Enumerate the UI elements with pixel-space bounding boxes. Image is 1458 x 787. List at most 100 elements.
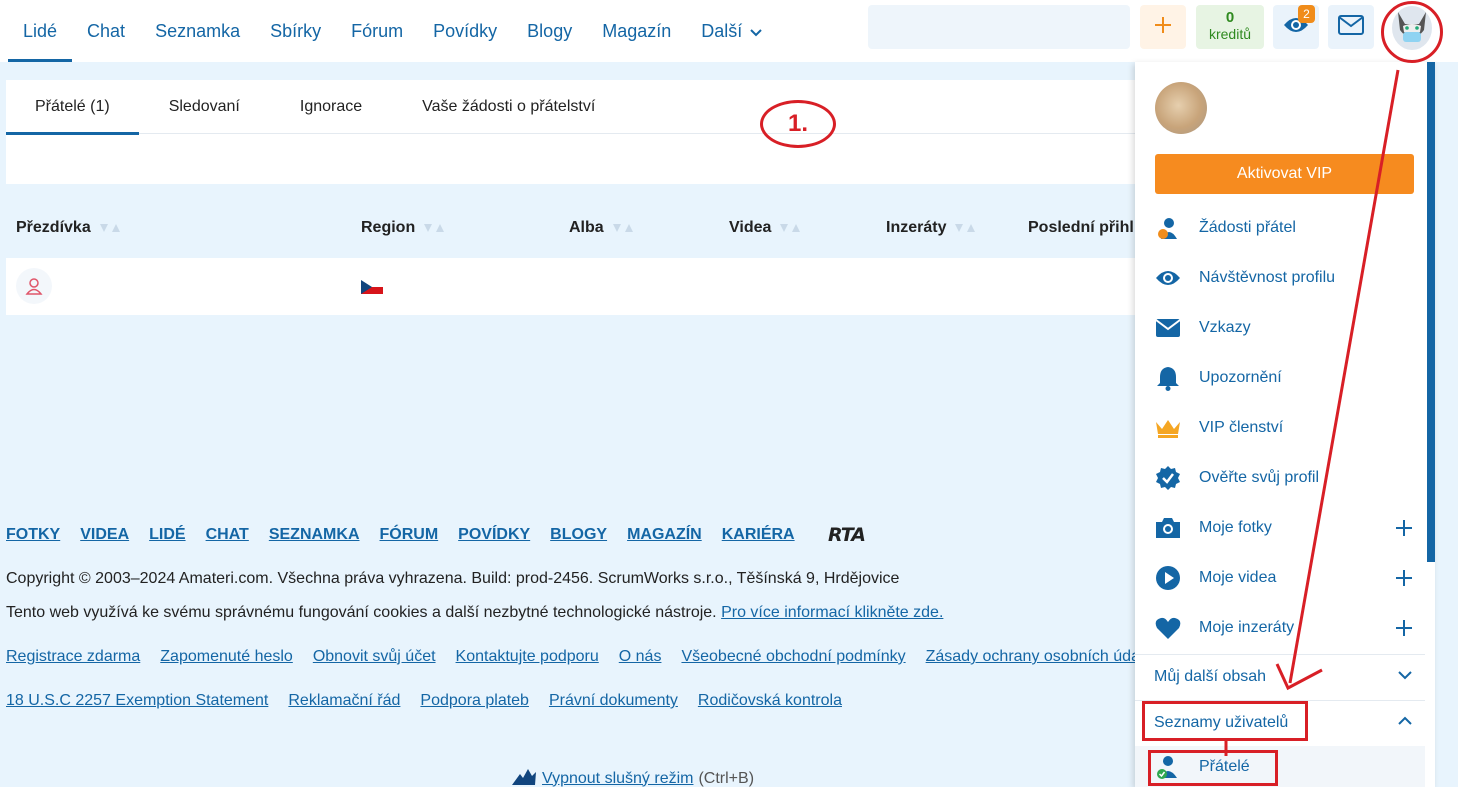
footer-link-forgot-password[interactable]: Zapomenuté heslo <box>160 648 293 666</box>
sort-icon[interactable] <box>612 222 634 234</box>
footer-link-legal-docs[interactable]: Právní dokumenty <box>549 692 678 710</box>
menu-item-vip-membership[interactable]: VIP členství <box>1155 408 1415 448</box>
footer-link-dating[interactable]: SEZNAMKA <box>269 526 360 544</box>
footer-link-videos[interactable]: VIDEA <box>80 526 129 544</box>
main-nav: Lidé Chat Seznamka Sbírky Fórum Povídky … <box>8 0 777 62</box>
credits-button[interactable]: 0 kreditů <box>1196 5 1264 49</box>
crown-icon <box>1155 415 1181 441</box>
footer-link-career[interactable]: KARIÉRA <box>722 526 795 544</box>
plus-icon <box>1153 15 1173 40</box>
footer-link-magazine[interactable]: MAGAZÍN <box>627 526 702 544</box>
user-placeholder-icon[interactable] <box>16 268 52 304</box>
sort-icon[interactable] <box>99 222 121 234</box>
verified-badge-icon <box>1155 465 1181 491</box>
menu-item-messages[interactable]: Vzkazy <box>1155 308 1415 348</box>
safe-mode-icon <box>510 766 538 787</box>
heart-icon <box>1155 615 1181 641</box>
footer-links-row2: 18 U.S.C 2257 Exemption Statement Reklam… <box>6 692 862 710</box>
eye-icon <box>1155 265 1181 291</box>
footer-links-row1: Registrace zdarma Zapomenuté heslo Obnov… <box>6 648 1135 666</box>
czech-flag-icon <box>361 280 383 294</box>
nav-item-chat[interactable]: Chat <box>72 0 140 62</box>
dropdown-scrollbar[interactable] <box>1427 62 1435 562</box>
add-photo-button[interactable] <box>1396 517 1412 541</box>
add-ad-button[interactable] <box>1396 617 1412 641</box>
nav-item-forum[interactable]: Fórum <box>336 0 418 62</box>
tab-ignored[interactable]: Ignorace <box>270 80 392 134</box>
safe-mode-link[interactable]: Vypnout slušný režim <box>542 770 693 787</box>
menu-item-my-videos[interactable]: Moje videa <box>1155 558 1415 598</box>
messages-button[interactable] <box>1328 5 1374 49</box>
column-header-albums[interactable]: Alba <box>569 219 634 237</box>
annotation-step-label: 1. <box>760 100 836 148</box>
plus-icon <box>1396 620 1412 636</box>
column-header-ads[interactable]: Inzeráty <box>886 219 976 237</box>
bell-icon <box>1155 365 1181 391</box>
footer-link-people[interactable]: LIDÉ <box>149 526 185 544</box>
footer-link-privacy[interactable]: Zásady ochrany osobních úda <box>926 648 1135 666</box>
menu-item-my-photos[interactable]: Moje fotky <box>1155 508 1415 548</box>
footer-link-photos[interactable]: FOTKY <box>6 526 60 544</box>
friends-tabs: Přátelé (1) Sledovaní Ignorace Vaše žádo… <box>6 80 1136 135</box>
profile-avatar[interactable] <box>1155 82 1207 134</box>
envelope-icon <box>1155 315 1181 341</box>
search-input[interactable] <box>868 5 1130 49</box>
rta-logo: RTA <box>828 524 866 546</box>
credits-value: 0 <box>1225 9 1235 26</box>
add-content-button[interactable] <box>1140 5 1186 49</box>
column-header-region[interactable]: Region <box>361 219 445 237</box>
tab-following[interactable]: Sledovaní <box>139 80 270 134</box>
footer-link-2257[interactable]: 18 U.S.C 2257 Exemption Statement <box>6 692 268 710</box>
annotation-avatar-circle <box>1381 1 1443 63</box>
chevron-down-icon <box>1397 667 1413 688</box>
menu-item-friend-requests[interactable]: Žádosti přátel <box>1155 208 1415 248</box>
annotation-friends-box <box>1148 750 1278 786</box>
nav-item-seznamka[interactable]: Seznamka <box>140 0 255 62</box>
cookies-info-link[interactable]: Pro více informací klikněte zde. <box>721 604 943 621</box>
cookies-notice: Tento web využívá ke svému správnému fun… <box>6 604 943 622</box>
column-header-last-login[interactable]: Poslední přihl <box>1028 219 1135 237</box>
annotation-user-lists-box <box>1142 701 1308 741</box>
nav-item-povidky[interactable]: Povídky <box>418 0 512 62</box>
footer-link-restore-account[interactable]: Obnovit svůj účet <box>313 648 436 666</box>
column-header-nickname[interactable]: Přezdívka <box>16 219 121 237</box>
activate-vip-button[interactable]: Aktivovat VIP <box>1155 154 1414 194</box>
nav-item-blogy[interactable]: Blogy <box>512 0 587 62</box>
plus-icon <box>1396 520 1412 536</box>
tab-friend-requests[interactable]: Vaše žádosti o přátelství <box>392 80 625 134</box>
menu-item-verify-profile[interactable]: Ověřte svůj profil <box>1155 458 1415 498</box>
table-row[interactable] <box>6 258 1136 315</box>
cookies-text: Tento web využívá ke svému správnému fun… <box>6 604 717 621</box>
sort-icon[interactable] <box>779 222 801 234</box>
column-header-videos[interactable]: Videa <box>729 219 801 237</box>
footer-link-chat[interactable]: CHAT <box>206 526 249 544</box>
menu-item-profile-visits[interactable]: Návštěvnost profilu <box>1155 258 1415 298</box>
footer-link-contact-support[interactable]: Kontaktujte podporu <box>456 648 599 666</box>
footer-link-terms[interactable]: Všeobecné obchodní podmínky <box>681 648 905 666</box>
nav-item-magazin[interactable]: Magazín <box>587 0 686 62</box>
camera-icon <box>1155 515 1181 541</box>
safe-mode-shortcut: (Ctrl+B) <box>698 769 755 787</box>
footer-link-register[interactable]: Registrace zdarma <box>6 648 140 666</box>
visits-count-badge: 2 <box>1298 5 1315 23</box>
sort-icon[interactable] <box>423 222 445 234</box>
footer-link-forum[interactable]: FÓRUM <box>380 526 439 544</box>
sort-icon[interactable] <box>954 222 976 234</box>
footer-link-payment-support[interactable]: Podpora plateb <box>420 692 529 710</box>
footer-link-stories[interactable]: POVÍDKY <box>458 526 530 544</box>
nav-item-sbirky[interactable]: Sbírky <box>255 0 336 62</box>
menu-item-notifications[interactable]: Upozornění <box>1155 358 1415 398</box>
footer-link-blogs[interactable]: BLOGY <box>550 526 607 544</box>
tab-friends[interactable]: Přátelé (1) <box>6 80 139 135</box>
nav-item-lide[interactable]: Lidé <box>8 0 73 62</box>
credits-label: kreditů <box>1208 26 1252 42</box>
safe-mode-toggle: Vypnout slušný režim (Ctrl+B) <box>510 766 754 787</box>
footer-link-complaints[interactable]: Reklamační řád <box>288 692 400 710</box>
menu-item-my-ads[interactable]: Moje inzeráty <box>1155 608 1415 648</box>
nav-item-dalsi[interactable]: Další <box>686 0 777 62</box>
add-video-button[interactable] <box>1396 567 1412 591</box>
section-my-other-content[interactable]: Můj další obsah <box>1135 654 1425 698</box>
footer-link-parental-control[interactable]: Rodičovská kontrola <box>698 692 842 710</box>
footer-link-about[interactable]: O nás <box>619 648 662 666</box>
chevron-up-icon <box>1397 713 1413 734</box>
